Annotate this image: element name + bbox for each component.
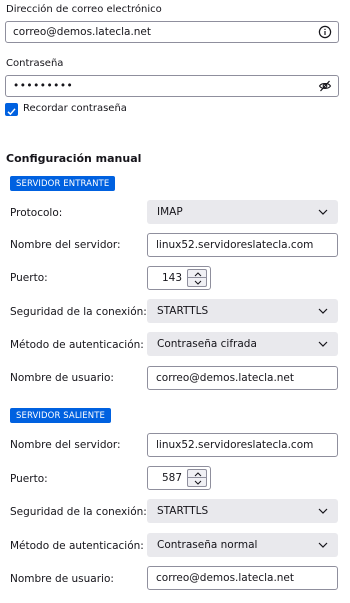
incoming-auth-select[interactable]: Contraseña cifrada [147, 332, 338, 356]
chevron-up-icon [194, 272, 202, 277]
chevron-down-icon [318, 341, 328, 347]
port-increment-button[interactable] [187, 269, 207, 278]
outgoing-port-stepper[interactable]: 587 [147, 466, 211, 490]
outgoing-port-label: Puerto: [10, 473, 48, 485]
incoming-auth-label: Método de autenticación: [10, 339, 144, 351]
chevron-down-icon [318, 308, 328, 314]
password-field[interactable]: ••••••••• [5, 75, 339, 97]
incoming-username-label: Nombre de usuario: [10, 372, 114, 384]
outgoing-username-value: correo@demos.latecla.net [156, 572, 295, 584]
chevron-down-icon [318, 209, 328, 215]
outgoing-username-field[interactable]: correo@demos.latecla.net [147, 566, 338, 590]
incoming-auth-value: Contraseña cifrada [157, 338, 257, 350]
outgoing-auth-select[interactable]: Contraseña normal [147, 533, 338, 557]
chevron-down-icon [194, 480, 202, 485]
outgoing-hostname-field[interactable]: linux52.servidoreslatecla.com [147, 433, 338, 457]
incoming-username-value: correo@demos.latecla.net [156, 372, 295, 384]
outgoing-hostname-value: linux52.servidoreslatecla.com [156, 439, 314, 451]
email-value: correo@demos.latecla.net [13, 26, 152, 38]
outgoing-auth-value: Contraseña normal [157, 539, 258, 551]
outgoing-security-select[interactable]: STARTTLS [147, 499, 338, 523]
remember-label: Recordar contraseña [23, 103, 127, 114]
chevron-down-icon [318, 508, 328, 514]
incoming-protocol-label: Protocolo: [10, 207, 63, 219]
info-icon[interactable] [318, 25, 332, 39]
email-field[interactable]: correo@demos.latecla.net [5, 21, 339, 43]
remember-checkbox[interactable] [5, 103, 18, 116]
outgoing-port-value: 587 [161, 472, 182, 484]
password-value: ••••••••• [13, 80, 74, 92]
email-label: Dirección de correo electrónico [6, 4, 162, 15]
chevron-down-icon [318, 542, 328, 548]
password-label: Contraseña [6, 58, 64, 69]
port-increment-button[interactable] [187, 469, 207, 478]
incoming-port-value: 143 [161, 272, 182, 284]
port-decrement-button[interactable] [187, 278, 207, 287]
port-decrement-button[interactable] [187, 478, 207, 487]
incoming-hostname-field[interactable]: linux52.servidoreslatecla.com [147, 233, 338, 257]
manual-config-title: Configuración manual [6, 152, 142, 165]
chevron-up-icon [194, 472, 202, 477]
incoming-server-badge: SERVIDOR ENTRANTE [10, 176, 116, 191]
outgoing-auth-label: Método de autenticación: [10, 540, 144, 552]
chevron-down-icon [194, 280, 202, 285]
incoming-port-label: Puerto: [10, 272, 48, 284]
incoming-security-select[interactable]: STARTTLS [147, 299, 338, 323]
incoming-protocol-value: IMAP [157, 206, 183, 218]
incoming-security-value: STARTTLS [157, 305, 209, 317]
eye-slash-icon[interactable] [318, 79, 332, 93]
outgoing-server-badge: SERVIDOR SALIENTE [10, 408, 111, 423]
incoming-hostname-value: linux52.servidoreslatecla.com [156, 239, 314, 251]
outgoing-hostname-label: Nombre del servidor: [10, 439, 121, 451]
incoming-port-stepper[interactable]: 143 [147, 266, 211, 290]
outgoing-security-value: STARTTLS [157, 505, 209, 517]
outgoing-username-label: Nombre de usuario: [10, 573, 114, 585]
incoming-username-field[interactable]: correo@demos.latecla.net [147, 366, 338, 390]
outgoing-security-label: Seguridad de la conexión: [10, 506, 147, 518]
incoming-hostname-label: Nombre del servidor: [10, 239, 121, 251]
incoming-protocol-select[interactable]: IMAP [147, 200, 338, 224]
incoming-security-label: Seguridad de la conexión: [10, 306, 147, 318]
checkmark-icon [7, 108, 16, 116]
